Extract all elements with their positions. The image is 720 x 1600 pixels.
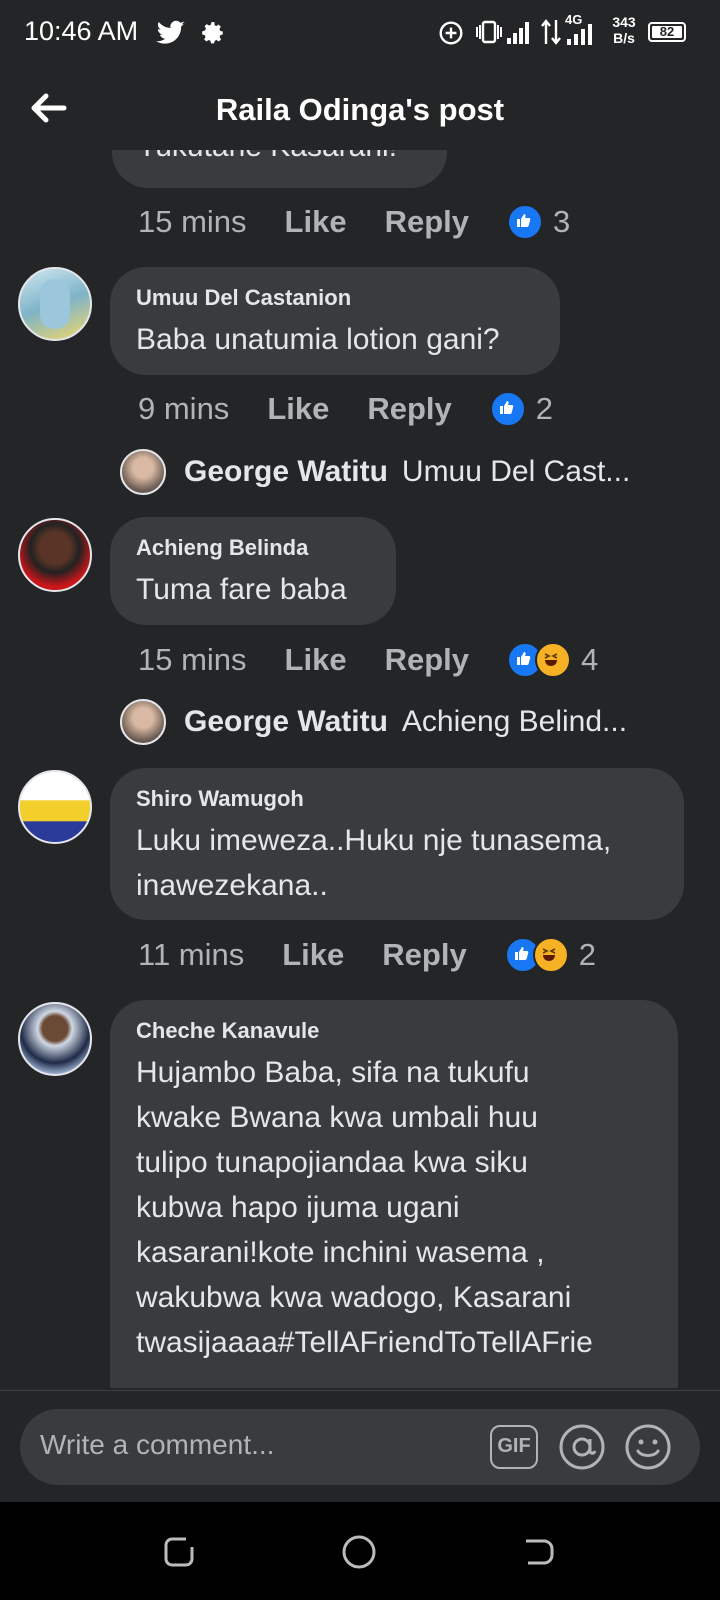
gif-button[interactable]: GIF <box>490 1425 538 1469</box>
avatar[interactable] <box>18 1002 92 1076</box>
avatar <box>120 699 166 745</box>
reaction-summary[interactable]: 3 <box>507 204 570 240</box>
page-title: Raila Odinga's post <box>215 92 505 127</box>
reaction-count: 4 <box>581 642 599 677</box>
reply-text: Achieng Belind... <box>401 705 628 738</box>
reaction-count: 3 <box>553 204 571 239</box>
reaction-summary[interactable]: 4 <box>507 642 598 678</box>
like-reaction-icon <box>489 391 526 427</box>
recent-apps-icon[interactable] <box>162 1535 196 1569</box>
reaction-count: 2 <box>578 937 596 972</box>
comment-text: Tukutane Kasarani! <box>138 150 421 169</box>
comment-text-line: kwake Bwana kwa umbali huu <box>136 1101 538 1134</box>
reply-text: Umuu Del Cast... <box>401 455 631 488</box>
emoji-icon[interactable] <box>624 1423 672 1471</box>
settings-gear-icon <box>202 22 223 44</box>
app-header: Raila Odinga's post <box>0 70 720 150</box>
comment-time: 15 mins <box>138 642 247 677</box>
reply-preview[interactable]: George Watitu Umuu Del Cast... <box>120 447 630 497</box>
comments-list: Tukutane Kasarani! 15 mins Like Reply 3 … <box>0 150 720 1388</box>
comment-text-line: kasarani!kote inchini wasema , <box>136 1236 545 1269</box>
comment-author[interactable]: Cheche Kanavule <box>136 1018 652 1044</box>
like-reaction-icon <box>507 204 543 240</box>
speed-value: 343 <box>612 14 636 30</box>
comment-text-line: Hujambo Baba, sifa na tukufu <box>136 1056 530 1089</box>
reply-author: George Watitu <box>184 455 388 488</box>
reply-button[interactable]: Reply <box>385 642 469 678</box>
comment-bubble[interactable]: Shiro Wamugoh Luku imeweza..Huku nje tun… <box>110 768 684 920</box>
comment-bubble[interactable]: Umuu Del Castanion Baba unatumia lotion … <box>110 267 560 375</box>
gif-label: GIF <box>497 1435 531 1457</box>
avatar[interactable] <box>18 770 92 844</box>
comment-time: 9 mins <box>138 391 230 426</box>
reaction-summary[interactable]: 2 <box>504 937 596 973</box>
comment-text-line: tulipo tunapojiandaa kwa siku <box>136 1146 528 1179</box>
avatar <box>120 449 166 495</box>
home-icon[interactable] <box>340 1533 378 1571</box>
reaction-summary[interactable]: 2 <box>489 391 554 427</box>
back-nav-icon[interactable] <box>522 1535 556 1569</box>
like-button[interactable]: Like <box>282 937 344 973</box>
comment-bubble-partial[interactable]: Tukutane Kasarani! <box>112 150 447 188</box>
vibrate-icon <box>476 20 502 44</box>
signal-icon-1 <box>507 22 529 44</box>
comment-bubble[interactable]: Cheche Kanavule Hujambo Baba, sifa na tu… <box>110 1000 678 1388</box>
avatar[interactable] <box>18 518 92 592</box>
like-button[interactable]: Like <box>267 391 329 427</box>
comment-actions: 15 mins Like Reply 4 <box>138 640 598 680</box>
comment-author[interactable]: Umuu Del Castanion <box>136 285 534 311</box>
twitter-icon <box>156 20 185 44</box>
haha-reaction-icon <box>535 642 571 678</box>
haha-reaction-icon <box>532 937 569 973</box>
status-time: 10:46 AM <box>24 16 139 46</box>
comment-actions: 9 mins Like Reply 2 <box>138 389 553 429</box>
comment-placeholder: Write a comment... <box>40 1429 275 1460</box>
network-speed: 343 B/s <box>604 14 644 46</box>
like-button[interactable]: Like <box>285 642 347 678</box>
comment-input[interactable]: Write a comment... GIF <box>20 1409 700 1485</box>
comment-text-line: kubwa hapo ijuma ugani <box>136 1191 460 1224</box>
signal-icon-2 <box>567 24 592 45</box>
like-button[interactable]: Like <box>285 204 347 240</box>
data-transfer-icon <box>541 19 561 45</box>
comment-bubble[interactable]: Achieng Belinda Tuma fare baba <box>110 517 396 625</box>
comment-actions: 15 mins Like Reply 3 <box>138 202 570 242</box>
comment-actions: 11 mins Like Reply 2 <box>138 935 596 975</box>
comment-composer: Write a comment... GIF <box>0 1390 720 1501</box>
reaction-count: 2 <box>535 391 554 426</box>
comment-text-line: Luku imeweza..Huku nje tunasema, <box>136 824 612 857</box>
comment-text-line: twasijaaaa#TellAFriendToTellAFrie <box>136 1326 593 1359</box>
comment-text: Tuma fare baba <box>136 573 347 606</box>
system-navigation-bar <box>0 1502 720 1600</box>
status-bar: 10:46 AM 4G 343 B/s 82 <box>0 0 720 70</box>
mention-icon[interactable] <box>558 1423 606 1471</box>
reply-author: George Watitu <box>184 705 388 738</box>
avatar[interactable] <box>18 267 92 341</box>
battery-icon: 82 <box>648 22 686 42</box>
comment-time: 11 mins <box>138 937 245 972</box>
reply-button[interactable]: Reply <box>367 391 451 427</box>
comment-text-line: wakubwa kwa wadogo, Kasarani <box>136 1281 572 1314</box>
speed-unit: B/s <box>613 30 635 46</box>
reply-button[interactable]: Reply <box>382 937 466 973</box>
comment-time: 15 mins <box>138 204 247 239</box>
data-saver-icon <box>439 21 463 45</box>
battery-level: 82 <box>659 24 675 39</box>
comment-text: Baba unatumia lotion gani? <box>136 323 500 356</box>
comment-author[interactable]: Shiro Wamugoh <box>136 786 658 812</box>
reply-preview[interactable]: George Watitu Achieng Belind... <box>120 697 627 747</box>
reply-button[interactable]: Reply <box>385 204 469 240</box>
comment-text-line: inawezekana.. <box>136 869 328 902</box>
comment-author[interactable]: Achieng Belinda <box>136 535 370 561</box>
